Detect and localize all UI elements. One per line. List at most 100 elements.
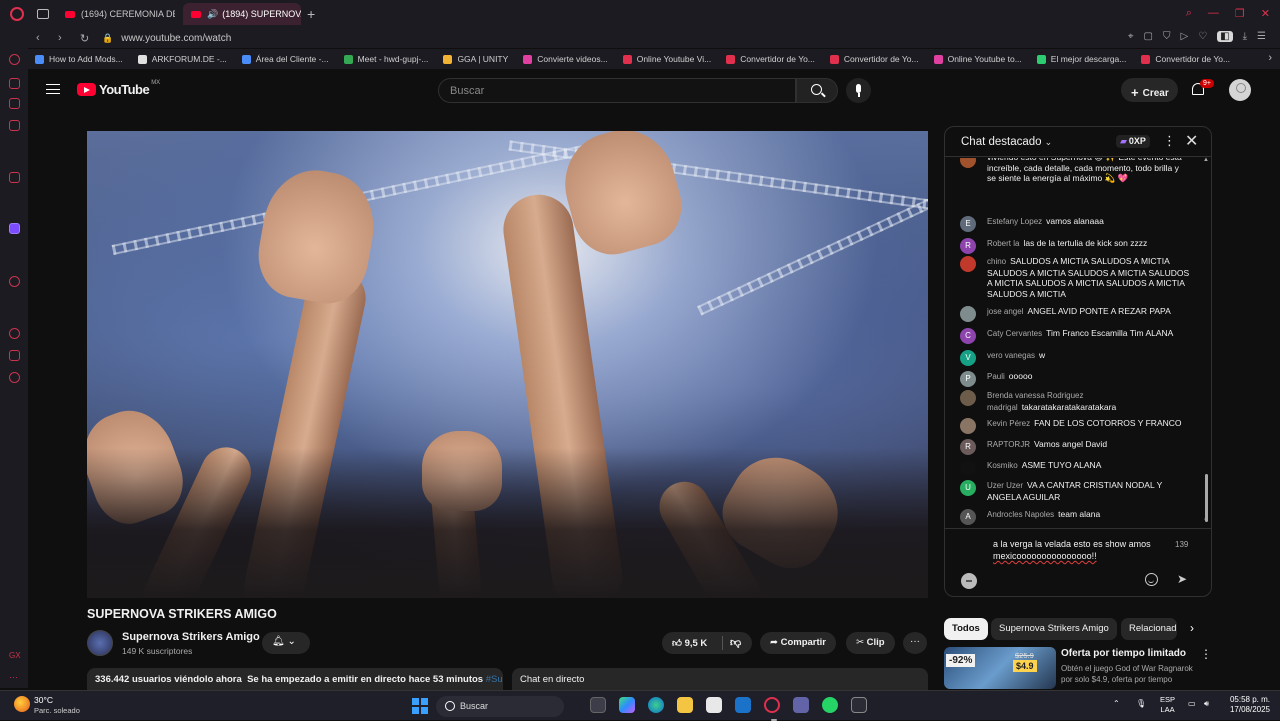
chat-message[interactable]: Kosmiko ASME TUYO ALANA [960,460,1190,476]
channel-avatar[interactable] [87,630,113,656]
chat-author-name[interactable]: Robert la [987,239,1019,248]
chat-author-avatar[interactable]: P [960,371,976,387]
messenger-icon[interactable] [9,78,20,89]
chat-close-icon[interactable]: ✕ [1185,131,1198,151]
history-icon[interactable] [9,328,20,339]
player-icon[interactable] [9,276,20,287]
clip-button[interactable]: ✂ Clip [846,632,895,654]
chat-message[interactable]: A Androcles Napoles team alana [960,509,1190,525]
app-icon[interactable] [851,697,867,713]
bookmark-item[interactable]: Online Youtube to... [933,54,1030,64]
hamburger-menu-icon[interactable] [46,84,60,94]
back-arrow-icon[interactable]: ‹ [36,32,46,44]
chat-options-icon[interactable]: ⋮ [1163,133,1176,149]
chat-mode-dropdown[interactable]: Chat destacado ⌄ [961,136,1052,148]
bookmark-item[interactable]: Área del Cliente -... [241,54,337,64]
heart-icon[interactable]: ♡ [1198,31,1207,42]
keyboard-language[interactable]: ESP LAA [1160,695,1175,715]
chat-message[interactable]: Kevin Pérez FAN DE LOS COTORROS Y FRANCO [960,418,1190,434]
chat-author-name[interactable]: vero vanegas [987,351,1035,360]
browser-tab-supernova[interactable]: 🔊 (1894) SUPERNOVA S [183,3,301,25]
xp-badge[interactable]: ▰ 0XP [1116,135,1150,148]
chevron-right-icon[interactable]: › [1190,621,1194,635]
lock-icon[interactable]: 🔒 [102,33,113,44]
chat-author-name[interactable]: chino [987,257,1006,266]
chat-message[interactable]: Vvero vanegas w [960,350,1190,366]
settings-icon[interactable] [9,372,20,383]
copilot-icon[interactable] [619,697,635,713]
chat-author-name[interactable]: Kevin Pérez [987,419,1030,428]
chat-message[interactable]: chino SALUDOS A MICTIA SALUDOS A MICTIA S… [960,256,1190,299]
subscription-bell-button[interactable]: 🔔︎ ⌄ [262,632,310,654]
outlook-icon[interactable] [735,697,751,713]
new-tab-button[interactable]: + [307,6,315,22]
extension-sidebar-icon[interactable] [9,172,20,183]
scroll-down-arrow-icon[interactable]: ▼ [1203,518,1209,524]
chat-message-input[interactable]: a la verga la velada esto es show amos m… [993,538,1163,562]
weather-sun-icon[interactable] [14,696,30,712]
chat-message[interactable]: P Pauli ooooo [960,371,1190,387]
chat-message[interactable]: E Estefany Lopez vamos alanaaa [960,216,1190,232]
send-icon[interactable]: ➤ [1177,572,1187,586]
bookmark-item[interactable]: GGA | UNITY [443,54,516,64]
gaming-icon[interactable] [9,98,20,109]
store-icon[interactable] [706,697,722,713]
chat-author-avatar[interactable]: V [960,350,976,366]
snapshot-icon[interactable]: ▢ [1144,31,1153,42]
chat-author-name[interactable]: Uzer Uzer [987,481,1023,490]
live-chat-toggle[interactable]: Chat en directo [512,668,928,690]
forward-arrow-icon[interactable]: › [58,32,68,44]
bookmark-item[interactable]: ARKFORUM.DE -... [137,54,235,64]
chat-author-name[interactable]: Caty Cervantes [987,329,1042,338]
chat-author-avatar[interactable]: A [960,509,976,525]
dislike-button[interactable]: 👎︎ [730,636,741,649]
bookmark-item[interactable]: Online Youtube Vi... [622,54,720,64]
chat-author-name[interactable]: RAPTORJR [987,440,1030,449]
chat-author-avatar[interactable] [960,306,976,322]
chat-author-avatar[interactable]: U [960,480,976,496]
taskbar-search-input[interactable]: Buscar [436,696,564,717]
chat-author-avatar[interactable]: R [960,439,976,455]
channel-name[interactable]: Supernova Strikers Amigo [122,631,260,643]
opera-logo-icon[interactable] [10,7,24,21]
volume-icon[interactable]: 🔊︎ [1204,699,1209,709]
chat-author-name[interactable]: jose angel [987,307,1023,316]
minimize-button[interactable]: — [1208,7,1219,20]
download-icon[interactable]: ⤓ [1243,31,1247,42]
youtube-logo[interactable]: YouTube MX [77,80,160,97]
chip-related[interactable]: Relacionad [1121,618,1177,640]
voice-search-button[interactable] [846,78,871,103]
account-avatar[interactable] [1229,79,1251,101]
file-explorer-icon[interactable] [677,697,693,713]
chat-message[interactable]: C Caty Cervantes Tim Franco Escamilla Tim … [960,328,1190,344]
chat-author-name[interactable]: Androcles Napoles [987,510,1054,519]
create-button[interactable]: + Crear [1121,78,1178,102]
chat-author-avatar[interactable] [960,418,976,434]
edge-icon[interactable] [648,697,664,713]
search-button[interactable] [796,78,838,103]
ad-options-icon[interactable]: ⋮ [1200,647,1212,661]
chat-author-name[interactable]: Estefany Lopez [987,217,1042,226]
tiktok-icon[interactable] [9,120,20,131]
chip-todos[interactable]: Todos [944,618,988,640]
play-icon[interactable]: ▷ [1180,31,1188,42]
chat-message[interactable]: viviendo esto en Supernova 😍 ✨ Este even… [960,158,1190,184]
scroll-up-arrow-icon[interactable]: ▲ [1203,157,1209,163]
bookmark-item[interactable]: Convierte videos... [523,54,615,64]
teams-icon[interactable] [793,697,809,713]
chat-author-avatar[interactable] [960,256,976,272]
more-actions-button[interactable]: ··· [903,632,927,654]
chat-author-avatar[interactable]: R [960,238,976,254]
browser-tab-ceremonia[interactable]: (1694) CEREMONIA DE PI [57,3,175,25]
video-player[interactable] [87,131,928,598]
chat-author-avatar[interactable]: C [960,328,976,344]
chat-message-list[interactable]: viviendo esto en Supernova 😍 ✨ Este even… [945,158,1211,528]
chat-scrollbar[interactable] [1205,474,1208,522]
bookmark-item[interactable]: Convertidor de Yo... [726,54,823,64]
opera-gx-taskbar-icon[interactable] [764,697,780,721]
like-button[interactable]: 👍︎ 9,5 K [672,638,707,649]
ad-title[interactable]: Oferta por tiempo limitado [1061,648,1186,659]
bookmarks-sidebar-icon[interactable] [9,350,20,361]
description-box[interactable]: 336.442 usuarios viéndolo ahora Se ha em… [87,668,503,690]
bookmark-item[interactable]: El mejor descarga... [1036,54,1135,64]
